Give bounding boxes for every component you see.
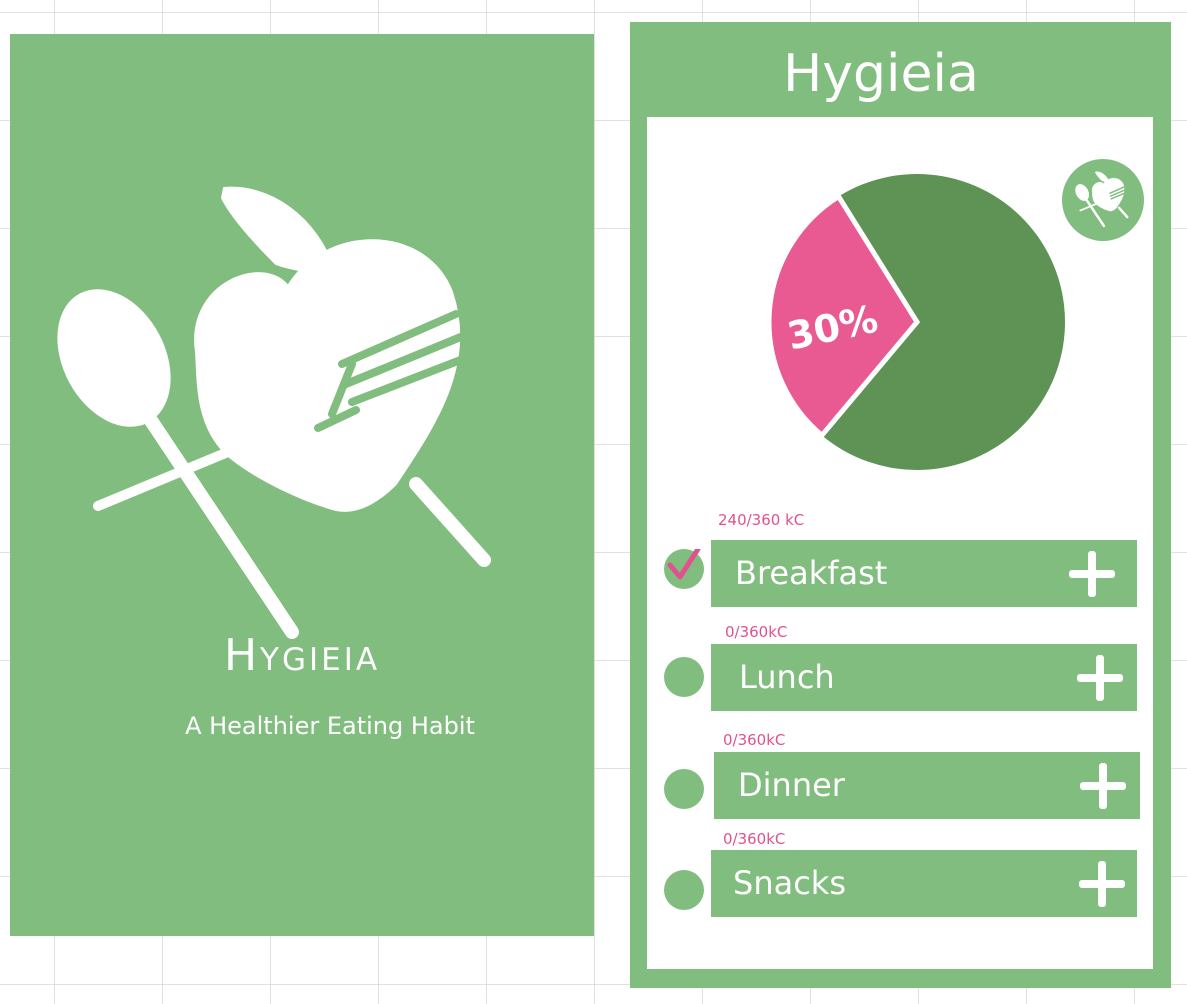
meal-name: Breakfast: [735, 554, 888, 592]
meal-checkbox-breakfast[interactable]: [664, 546, 704, 589]
meal-row-breakfast: 240/360 kC Breakfast: [647, 511, 1153, 607]
meal-row-dinner: 0/360kC Dinner: [647, 731, 1153, 821]
app-title: Hygieia: [783, 44, 979, 104]
checkmark-icon: [667, 546, 701, 580]
meal-kcal: 0/360kC: [723, 731, 786, 749]
meal-bar-breakfast[interactable]: Breakfast: [711, 540, 1137, 607]
app-content: 30% 240/360 kC Breakfast 0/360kC Lunch 0…: [647, 117, 1153, 969]
splash-title: Hygieia: [223, 630, 381, 681]
calorie-progress-pie: 30%: [766, 174, 1065, 471]
meal-checkbox-dinner[interactable]: [664, 769, 704, 809]
meal-bar-lunch[interactable]: Lunch: [711, 644, 1137, 711]
meal-kcal: 0/360kC: [723, 830, 786, 848]
plus-icon[interactable]: [1080, 763, 1126, 809]
meal-name: Lunch: [739, 658, 835, 696]
meal-row-snacks: 0/360kC Snacks: [647, 830, 1153, 920]
logo-badge[interactable]: [1062, 159, 1144, 241]
plus-icon[interactable]: [1077, 655, 1123, 701]
meal-name: Dinner: [738, 766, 845, 804]
app-main-screen: Hygieia 30% 240/360 kC Breakfast 0/360kC…: [630, 22, 1171, 988]
meal-bar-dinner[interactable]: Dinner: [714, 752, 1140, 819]
splash-tagline: A Healthier Eating Habit: [185, 712, 475, 740]
meal-checkbox-snacks[interactable]: [664, 870, 704, 910]
spoon-fork-heart-icon: [1075, 171, 1129, 228]
meal-row-lunch: 0/360kC Lunch: [647, 623, 1153, 713]
plus-icon[interactable]: [1079, 861, 1125, 907]
meal-name: Snacks: [733, 864, 846, 902]
spoon-fork-heart-icon: [57, 186, 491, 639]
splash-screen: Hygieia A Healthier Eating Habit: [10, 34, 594, 936]
meal-kcal: 0/360kC: [725, 623, 788, 641]
plus-icon[interactable]: [1069, 551, 1115, 597]
meal-bar-snacks[interactable]: Snacks: [711, 850, 1137, 917]
meal-kcal: 240/360 kC: [718, 511, 805, 529]
meal-checkbox-lunch[interactable]: [664, 657, 704, 697]
